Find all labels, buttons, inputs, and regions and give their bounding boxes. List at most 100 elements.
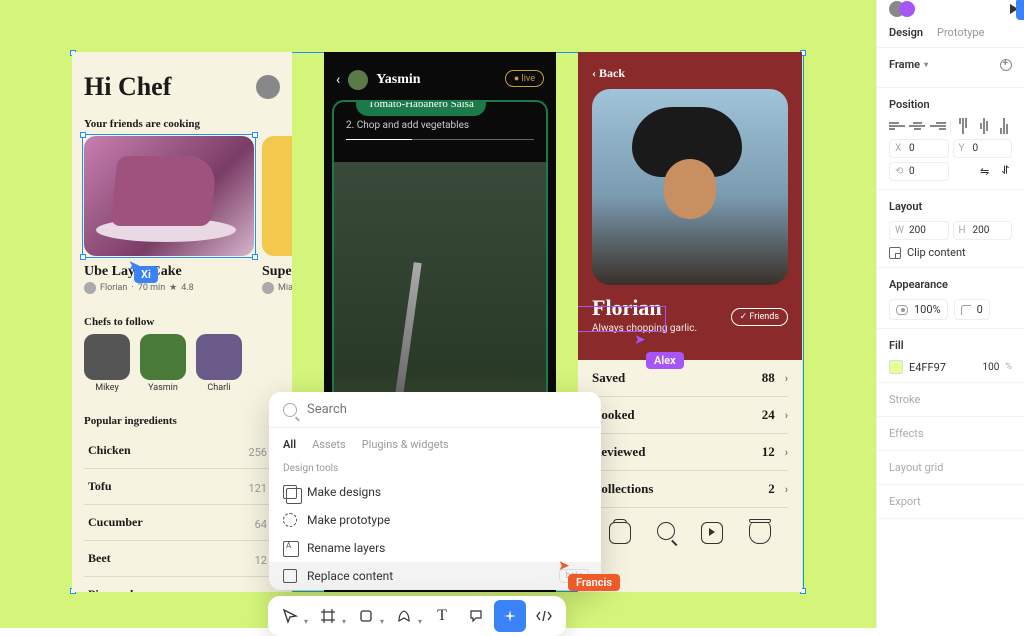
collaborator-label-alex: Alex — [646, 352, 684, 369]
align-h-center-icon[interactable] — [909, 119, 925, 133]
bottom-toolbar[interactable]: ▾ ▾ ▾ ▾ T — [268, 596, 566, 636]
recipe-image[interactable] — [84, 136, 254, 256]
fill-row[interactable]: E4FF97 100 % — [889, 360, 1012, 374]
store-icon — [749, 522, 771, 544]
action-make-designs[interactable]: Make designs — [269, 478, 601, 506]
shape-tool[interactable] — [350, 600, 382, 632]
friends-button: ✓ Friends — [731, 308, 788, 326]
inspector-panel[interactable]: Design Prototype Frame▾ Position X0 Y0 ⟲… — [876, 0, 1024, 628]
dev-mode-tool[interactable] — [528, 600, 560, 632]
rotation-field[interactable]: ⟲0 — [889, 162, 949, 181]
design-canvas[interactable]: Hi Chef Your friends are cooking Ube Lay… — [0, 0, 876, 628]
align-top-icon[interactable] — [956, 118, 970, 134]
back-button: Back — [592, 66, 788, 81]
text-tool[interactable]: T — [426, 600, 458, 632]
chevron-down-icon[interactable]: ▾ — [304, 617, 308, 632]
replace-icon — [283, 569, 297, 583]
height-field[interactable]: H200 — [953, 221, 1013, 240]
actions-popover[interactable]: All Assets Plugins & widgets Design tool… — [269, 392, 601, 590]
recipe-meta: Florian · 70 min ★ 4.8 — [84, 282, 254, 294]
recipe-card-peek[interactable]: Super Mia — [262, 136, 292, 294]
collaborator-avatar[interactable] — [899, 1, 915, 17]
share-button[interactable] — [1016, 0, 1024, 20]
stat-row[interactable]: Reviewed12› — [592, 434, 788, 471]
chefs-heading: Chefs to follow — [84, 316, 280, 328]
rename-icon — [283, 541, 297, 555]
tab-assets[interactable]: Assets — [312, 438, 346, 451]
recipe-card[interactable]: Ube Layer Cake Florian · 70 min ★ 4.8 — [84, 136, 254, 294]
chef-item[interactable]: Charli — [196, 334, 242, 393]
align-v-center-icon[interactable] — [977, 118, 991, 134]
frame-tool[interactable] — [312, 600, 344, 632]
chef-item[interactable]: Yasmin — [140, 334, 186, 393]
chef-avatar — [348, 70, 368, 90]
clip-content-toggle[interactable]: Clip content — [889, 246, 1012, 259]
search-input[interactable] — [307, 402, 587, 417]
comment-tool[interactable] — [460, 600, 492, 632]
user-avatar — [256, 75, 280, 99]
search-icon — [657, 522, 675, 540]
profile-photo — [592, 89, 788, 285]
layout-label: Layout — [889, 200, 922, 213]
x-field[interactable]: X0 — [889, 139, 949, 158]
collaborator-cursor-alex: ➤ — [634, 332, 646, 348]
export-section[interactable]: Export — [877, 485, 1024, 519]
align-right-icon[interactable] — [930, 119, 946, 133]
progress-bar — [346, 139, 534, 140]
ingredient-row[interactable]: Pineapple22› — [84, 577, 280, 592]
nested-selection — [82, 134, 256, 258]
position-label: Position — [889, 98, 930, 111]
recipe-chip: Tomato-Habañero Salsa — [356, 100, 486, 116]
ingredient-row[interactable]: Chicken256› — [84, 433, 280, 469]
ai-actions-tool[interactable] — [494, 600, 526, 632]
collaborator-label-francis: Francis — [568, 574, 620, 591]
ingredient-row[interactable]: Beet12› — [84, 541, 280, 577]
flip-v-icon[interactable]: ⇋ — [998, 165, 1012, 179]
flip-h-icon[interactable]: ⇋ — [980, 165, 994, 179]
effects-section[interactable]: Effects — [877, 417, 1024, 451]
ingredient-row[interactable]: Tofu121› — [84, 469, 280, 505]
mock-phone-home[interactable]: Hi Chef Your friends are cooking Ube Lay… — [72, 52, 292, 592]
stat-row[interactable]: Collections2› — [592, 471, 788, 508]
chef-item[interactable]: Mikey — [84, 334, 130, 393]
tab-plugins[interactable]: Plugins & widgets — [362, 438, 449, 451]
frame-dropdown[interactable]: Frame▾ — [889, 58, 928, 71]
recipe-image — [262, 136, 292, 256]
resize-to-fit-icon[interactable] — [1000, 59, 1012, 71]
stat-row[interactable]: Cooked24› — [592, 397, 788, 434]
ingredient-row[interactable]: Cucumber64› — [84, 505, 280, 541]
actions-search[interactable] — [269, 392, 601, 428]
layout-grid-section[interactable]: Layout grid — [877, 451, 1024, 485]
chevron-down-icon[interactable]: ▾ — [380, 617, 384, 632]
fill-hex[interactable]: E4FF97 — [909, 361, 946, 374]
move-tool[interactable] — [274, 600, 306, 632]
stroke-section[interactable]: Stroke — [877, 383, 1024, 417]
width-field[interactable]: W200 — [889, 221, 949, 240]
ingredients-heading: Popular ingredients — [84, 415, 280, 427]
mock-phone-profile[interactable]: Back Florian Always chopping garlic. ✓ F… — [578, 52, 802, 592]
page-title: Hi Chef — [84, 72, 171, 102]
fill-swatch[interactable] — [889, 360, 903, 374]
y-field[interactable]: Y0 — [953, 139, 1013, 158]
chevron-down-icon[interactable]: ▾ — [342, 617, 346, 632]
collaborators-bar — [877, 0, 1024, 18]
prototype-icon — [283, 513, 297, 527]
opacity-field[interactable]: 100% — [889, 299, 948, 320]
fill-opacity[interactable]: 100 — [983, 362, 1000, 373]
action-make-prototype[interactable]: Make prototype — [269, 506, 601, 534]
chevron-down-icon[interactable]: ▾ — [418, 617, 422, 632]
tab-all[interactable]: All — [283, 438, 296, 451]
collaborator-label-xi: Xi — [134, 266, 158, 283]
action-rename-layers[interactable]: Rename layers — [269, 534, 601, 562]
action-replace-content[interactable]: Replace contentbeta — [269, 562, 601, 590]
align-bottom-icon[interactable] — [997, 118, 1011, 134]
chef-name: Yasmin — [376, 72, 420, 88]
align-left-icon[interactable] — [889, 119, 905, 133]
pen-tool[interactable] — [388, 600, 420, 632]
tab-prototype[interactable]: Prototype — [937, 26, 984, 39]
home-icon — [609, 522, 631, 544]
stat-row[interactable]: Saved88› — [592, 360, 788, 397]
search-icon — [283, 403, 297, 417]
tab-design[interactable]: Design — [889, 26, 923, 39]
corner-radius-field[interactable]: 0 — [954, 299, 990, 320]
